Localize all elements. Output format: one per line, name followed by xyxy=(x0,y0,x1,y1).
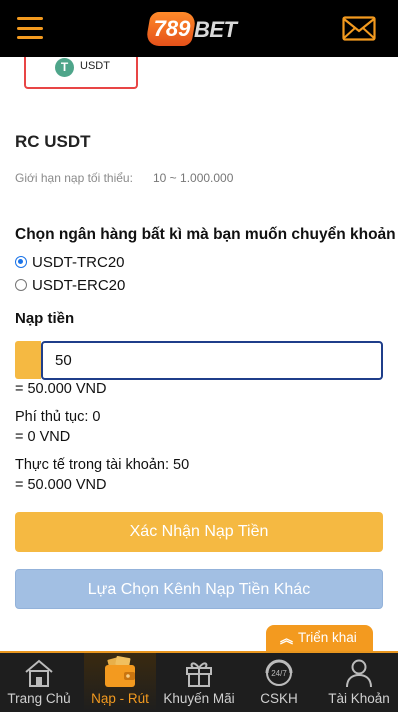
radio-option-trc20[interactable]: USDT-TRC20 xyxy=(15,253,125,271)
fee-converted: = 0 VND xyxy=(15,429,71,445)
double-chevron-up-icon: ︽ xyxy=(280,631,294,646)
amount-prefix xyxy=(15,341,41,379)
radio-option-erc20[interactable]: USDT-ERC20 xyxy=(15,276,125,294)
actual-amount-label: Thực tế trong tài khoản: 50 xyxy=(15,457,190,473)
limit-value: 10 ~ 1.000.000 xyxy=(153,171,234,185)
nav-label: Tài Khoản xyxy=(328,691,390,706)
section-title: RC USDT xyxy=(15,132,91,151)
converted-amount: = 50.000 VND xyxy=(15,381,107,397)
nav-item-support[interactable]: 24/7 CSKH xyxy=(240,653,318,712)
hamburger-icon[interactable] xyxy=(17,17,43,39)
bank-select-title: Chọn ngân hàng bất kì mà bạn muốn chuyển… xyxy=(15,226,396,243)
confirm-deposit-button[interactable]: Xác Nhận Nạp Tiền xyxy=(15,512,383,552)
fee-label: Phí thủ tục: 0 xyxy=(15,409,101,425)
top-bar: 789 BET xyxy=(0,0,398,57)
nav-item-deposit-withdraw[interactable]: Nạp - Rút xyxy=(84,653,156,712)
wallet-icon xyxy=(105,656,135,687)
logo-number: 789 xyxy=(153,16,191,41)
expand-tab[interactable]: ︽ Triển khai xyxy=(266,625,373,651)
radio-button-checked[interactable] xyxy=(15,256,27,268)
amount-input[interactable] xyxy=(41,341,383,380)
actual-amount-converted: = 50.000 VND xyxy=(15,477,107,493)
svg-text:24/7: 24/7 xyxy=(271,669,287,678)
bottom-nav: Trang Chủ Nạp - Rút Khuyến Mãi 24/7 CSKH xyxy=(0,651,398,712)
nav-item-home[interactable]: Trang Chủ xyxy=(0,653,78,712)
nav-label: Nạp - Rút xyxy=(91,691,149,706)
home-icon xyxy=(25,659,53,687)
payment-method-label: USDT xyxy=(80,60,110,72)
radio-label: USDT-ERC20 xyxy=(32,276,126,294)
user-icon xyxy=(346,659,372,688)
mail-icon[interactable] xyxy=(342,16,376,41)
nav-item-account[interactable]: Tài Khoản xyxy=(320,653,398,712)
nav-label: Trang Chủ xyxy=(7,691,71,706)
nav-label: CSKH xyxy=(260,691,298,706)
tether-icon: T xyxy=(55,58,74,77)
expand-tab-label: Triển khai xyxy=(298,630,357,645)
nav-label: Khuyến Mãi xyxy=(163,691,235,706)
limit-label: Giới hạn nạp tối thiểu: xyxy=(15,171,133,185)
radio-label: USDT-TRC20 xyxy=(32,253,125,271)
gift-icon xyxy=(186,662,212,687)
logo-text: BET xyxy=(194,17,237,42)
support-24-7-icon: 24/7 xyxy=(265,659,293,686)
other-channel-button[interactable]: Lựa Chọn Kênh Nạp Tiền Khác xyxy=(15,569,383,609)
nav-item-promotions[interactable]: Khuyến Mãi xyxy=(160,653,238,712)
logo[interactable]: 789 BET xyxy=(145,8,237,50)
radio-button[interactable] xyxy=(15,279,27,291)
payment-method-usdt[interactable]: T USDT xyxy=(24,57,138,89)
deposit-title: Nạp tiền xyxy=(15,310,75,327)
